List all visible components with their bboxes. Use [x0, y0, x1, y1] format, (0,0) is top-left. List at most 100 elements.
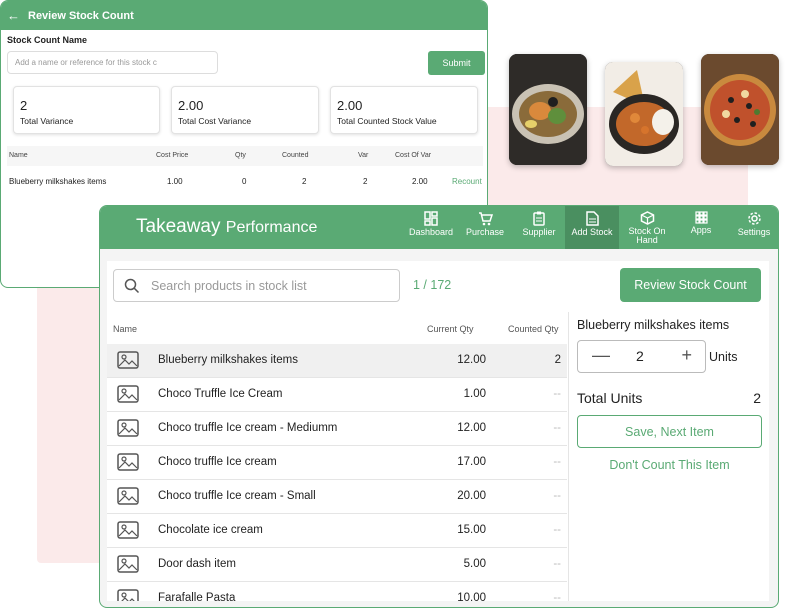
item-counted-qty: --: [553, 558, 561, 570]
list-item[interactable]: Farafalle Pasta 10.00 --: [107, 582, 567, 601]
stat-value: 2.00: [178, 98, 204, 113]
item-current-qty: 12.00: [457, 354, 486, 366]
food-image-pizza: [701, 54, 779, 165]
nav-dashboard[interactable]: Dashboard: [405, 206, 457, 249]
item-detail-panel: Blueberry milkshakes items — 2 + Units T…: [568, 312, 769, 601]
item-current-qty: 12.00: [457, 422, 486, 434]
stock-item-list: Name Current Qty Counted Qty Blueberry m…: [107, 312, 567, 601]
row-name: Blueberry milkshakes items: [9, 177, 107, 186]
boxes-icon: [640, 211, 654, 225]
nav-settings[interactable]: Settings: [732, 206, 776, 249]
item-name: Choco truffle Ice cream - Mediumm: [158, 422, 338, 434]
item-counted-qty: --: [553, 490, 561, 502]
dashboard-icon: [424, 211, 438, 226]
selected-item-title: Blueberry milkshakes items: [577, 318, 730, 332]
stat-value: 2.00: [337, 98, 363, 113]
recount-link[interactable]: Recount: [452, 177, 482, 186]
list-item[interactable]: Choco truffle Ice cream 17.00 --: [107, 446, 567, 480]
review-table-row: Blueberry milkshakes items 1.00 0 2 2 2.…: [7, 171, 483, 191]
item-current-qty: 5.00: [463, 558, 486, 570]
image-placeholder-icon: [117, 487, 139, 505]
quantity-stepper: — 2 +: [577, 340, 706, 373]
dont-count-item-button[interactable]: Don't Count This Item: [577, 458, 762, 472]
clipboard-icon: [533, 211, 545, 226]
review-stock-count-button[interactable]: Review Stock Count: [620, 268, 761, 302]
brand-logo: Takeaway Performance: [136, 216, 317, 238]
col-counted-qty: Counted Qty: [508, 324, 559, 334]
cart-icon: [478, 212, 493, 226]
item-counted-qty: --: [553, 388, 561, 400]
row-var: 2: [363, 177, 368, 186]
total-cost-variance-card: 2.00 Total Cost Variance: [171, 86, 319, 134]
item-counted-qty: --: [553, 422, 561, 434]
nav-label: Stock On Hand: [628, 226, 666, 245]
units-label: Units: [709, 350, 738, 364]
col-name: Name: [9, 152, 28, 159]
item-name: Choco truffle Ice cream - Small: [158, 490, 316, 502]
item-current-qty: 17.00: [457, 456, 486, 468]
item-counted-qty: 2: [554, 354, 561, 366]
item-name: Choco Truffle Ice Cream: [158, 388, 283, 400]
image-placeholder-icon: [117, 589, 139, 601]
list-item[interactable]: Choco Truffle Ice Cream 1.00 --: [107, 378, 567, 412]
nav-label: Supplier: [522, 227, 556, 237]
item-count: 1 / 172: [413, 278, 452, 292]
item-counted-qty: --: [553, 456, 561, 468]
col-counted: Counted: [282, 152, 309, 159]
nav-apps[interactable]: Apps: [678, 206, 724, 249]
search-placeholder: Search products in stock list: [151, 279, 307, 293]
nav-supplier[interactable]: Supplier: [516, 206, 562, 249]
gear-icon: [747, 212, 761, 225]
list-item[interactable]: Blueberry milkshakes items 12.00 2: [107, 344, 567, 378]
total-units-value: 2: [753, 390, 761, 406]
minus-icon[interactable]: —: [592, 345, 610, 366]
item-name: Chocolate ice cream: [158, 524, 263, 536]
image-placeholder-icon: [117, 555, 139, 573]
list-header: Name Current Qty Counted Qty: [107, 312, 567, 344]
grid-icon: [694, 211, 708, 224]
nav-add-stock[interactable]: Add Stock: [565, 206, 619, 249]
item-counted-qty: --: [553, 524, 561, 536]
takeaway-performance-app: Takeaway Performance Dashboard Purchase …: [99, 205, 779, 608]
item-name: Blueberry milkshakes items: [158, 354, 298, 366]
submit-button[interactable]: Submit: [428, 51, 485, 75]
plus-icon[interactable]: +: [681, 345, 692, 366]
stock-count-name-label: Stock Count Name: [7, 35, 88, 45]
image-placeholder-icon: [117, 385, 139, 403]
stock-count-name-input[interactable]: Add a name or reference for this stock c: [7, 51, 218, 74]
review-header: ← Review Stock Count: [1, 1, 487, 30]
image-placeholder-icon: [117, 521, 139, 539]
total-variance-card: 2 Total Variance: [13, 86, 160, 134]
col-name: Name: [113, 324, 138, 334]
list-item[interactable]: Choco truffle Ice cream - Mediumm 12.00 --: [107, 412, 567, 446]
list-item[interactable]: Choco truffle Ice cream - Small 20.00 --: [107, 480, 567, 514]
item-current-qty: 1.00: [463, 388, 486, 400]
list-item[interactable]: Chocolate ice cream 15.00 --: [107, 514, 567, 548]
stat-value: 2: [20, 98, 28, 113]
row-counted: 2: [302, 177, 307, 186]
nav-stock-on-hand[interactable]: Stock On Hand: [622, 206, 672, 249]
row-cost-price: 1.00: [167, 177, 183, 186]
total-counted-stock-value-card: 2.00 Total Counted Stock Value: [330, 86, 478, 134]
brand-suffix: Performance: [225, 219, 318, 236]
document-icon: [585, 211, 599, 226]
item-current-qty: 15.00: [457, 524, 486, 536]
stat-label: Total Counted Stock Value: [337, 116, 437, 126]
row-cost-of-var: 2.00: [412, 177, 428, 186]
col-cost-price: Cost Price: [156, 152, 189, 159]
total-units-label: Total Units: [577, 390, 643, 406]
food-image-curry-bowl: [605, 62, 683, 166]
quantity-value[interactable]: 2: [636, 348, 644, 364]
nav-purchase[interactable]: Purchase: [460, 206, 510, 249]
search-input[interactable]: Search products in stock list: [113, 269, 400, 302]
save-next-item-button[interactable]: Save, Next Item: [577, 415, 762, 448]
back-arrow-icon[interactable]: ←: [7, 8, 20, 23]
list-item[interactable]: Door dash item 5.00 --: [107, 548, 567, 582]
item-counted-qty: --: [553, 592, 561, 601]
review-title: Review Stock Count: [28, 9, 134, 22]
top-navigation-bar: Takeaway Performance Dashboard Purchase …: [100, 206, 778, 249]
image-placeholder-icon: [117, 453, 139, 471]
col-var: Var: [358, 152, 369, 159]
item-name: Door dash item: [158, 558, 236, 570]
col-cost-of-var: Cost Of Var: [395, 152, 432, 159]
